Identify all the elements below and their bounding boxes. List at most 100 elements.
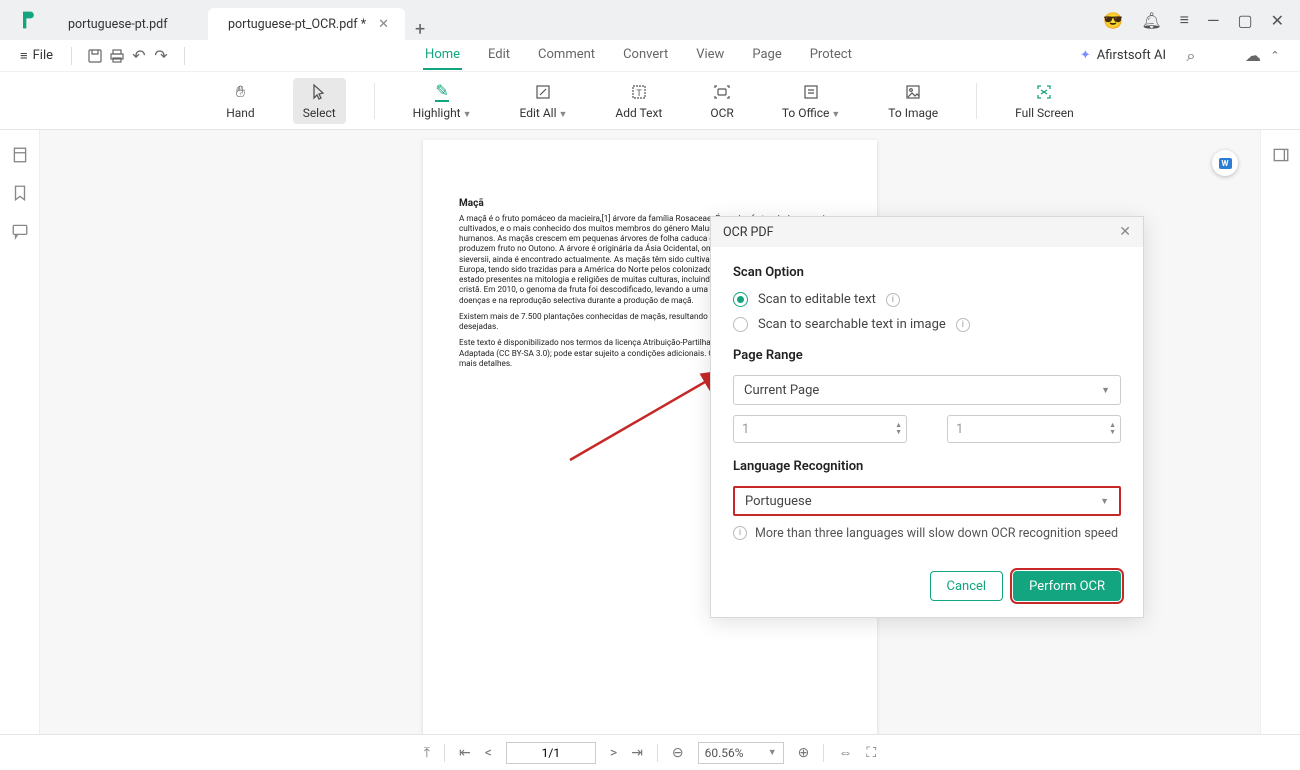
titlebar: portuguese-pt.pdf portuguese-pt_OCR.pdf … xyxy=(0,0,1300,40)
info-icon[interactable]: i xyxy=(956,318,970,332)
fit-page-icon[interactable]: ⛶ xyxy=(866,745,876,761)
menu-tab-edit[interactable]: Edit xyxy=(486,41,512,70)
page-to-spinner[interactable]: 1 ▲▼ xyxy=(947,415,1121,443)
menu-tab-convert[interactable]: Convert xyxy=(621,41,670,70)
statusbar: ⤒ ⇤ < > ⇥ ⊖ 60.56% ▼ ⊕ ⇔ ⛶ xyxy=(0,734,1300,770)
edit-all-tool[interactable]: Edit All▼ xyxy=(510,78,578,124)
to-image-tool[interactable]: To Image xyxy=(878,78,948,124)
fit-width-icon[interactable]: ⇔ xyxy=(838,744,852,761)
menu-tab-page[interactable]: Page xyxy=(750,41,783,70)
doc-heading: Maçã xyxy=(459,198,841,211)
collapse-icon[interactable]: ⌃ xyxy=(1264,45,1286,67)
separator xyxy=(71,47,72,65)
select-value: Portuguese xyxy=(745,494,812,509)
menubar: ≡ File ↶ ↷ Home Edit Comment Convert Vie… xyxy=(0,40,1300,72)
thumbnails-icon[interactable] xyxy=(11,146,29,164)
perform-ocr-button[interactable]: Perform OCR xyxy=(1013,571,1121,601)
image-icon xyxy=(905,82,921,102)
zoom-in-icon[interactable]: ⊕ xyxy=(798,745,810,761)
menu-tabs: Home Edit Comment Convert View Page Prot… xyxy=(197,41,1080,70)
radio-icon xyxy=(733,292,748,307)
ai-label: Afirstsoft AI xyxy=(1097,48,1166,63)
language-select[interactable]: Portuguese ▼ xyxy=(733,486,1121,516)
right-sidebar xyxy=(1260,130,1300,734)
cancel-button[interactable]: Cancel xyxy=(930,571,1004,601)
language-info: i More than three languages will slow do… xyxy=(733,526,1121,541)
spinner-arrows-icon[interactable]: ▲▼ xyxy=(1109,422,1116,436)
fullscreen-icon xyxy=(1035,82,1053,102)
undo-icon[interactable]: ↶ xyxy=(128,45,150,67)
redo-icon[interactable]: ↷ xyxy=(150,45,172,67)
add-tab-button[interactable]: + xyxy=(405,19,435,40)
tool-label: To Image xyxy=(888,106,938,120)
left-sidebar xyxy=(0,130,40,734)
close-icon[interactable]: ✕ xyxy=(1119,224,1131,240)
file-menu[interactable]: ≡ File xyxy=(14,44,59,68)
tab-label: portuguese-pt.pdf xyxy=(68,17,168,32)
search-icon[interactable]: ⌕ xyxy=(1180,45,1202,67)
highlight-tool[interactable]: ✎ Highlight▼ xyxy=(403,78,482,124)
svg-text:T: T xyxy=(636,89,642,99)
menu-tab-protect[interactable]: Protect xyxy=(808,41,854,70)
prev-page-icon[interactable]: < xyxy=(485,745,492,761)
chevron-down-icon: ▼ xyxy=(559,110,568,120)
menu-tab-home[interactable]: Home xyxy=(423,41,462,70)
last-page-icon[interactable]: ⇥ xyxy=(631,745,643,761)
save-icon[interactable] xyxy=(84,45,106,67)
panel-icon[interactable] xyxy=(1272,146,1290,164)
spinner-arrows-icon[interactable]: ▲▼ xyxy=(895,422,902,436)
info-text: More than three languages will slow down… xyxy=(755,526,1118,541)
minimize-icon[interactable]: — xyxy=(1207,11,1220,30)
dialog-title: OCR PDF xyxy=(723,225,774,240)
close-icon[interactable]: ✕ xyxy=(378,17,389,32)
info-icon[interactable]: i xyxy=(886,293,900,307)
spinner-value: 1 xyxy=(742,422,749,437)
radio-icon xyxy=(733,317,748,332)
bookmark-icon[interactable] xyxy=(11,184,29,202)
export-word-button[interactable]: W xyxy=(1212,150,1238,176)
menu-tab-comment[interactable]: Comment xyxy=(536,41,597,70)
tool-label: Highlight▼ xyxy=(413,106,472,120)
print-icon[interactable] xyxy=(106,45,128,67)
first-page-icon[interactable]: ⇤ xyxy=(459,745,471,761)
radio-scan-searchable[interactable]: Scan to searchable text in image i xyxy=(733,317,1121,332)
separator xyxy=(976,83,977,119)
radio-scan-editable[interactable]: Scan to editable text i xyxy=(733,292,1121,307)
hand-tool[interactable]: ✋︎ Hand xyxy=(216,78,264,124)
radio-label: Scan to editable text xyxy=(758,292,876,307)
next-page-icon[interactable]: > xyxy=(610,745,617,761)
menu-tab-view[interactable]: View xyxy=(694,41,726,70)
page-range-select[interactable]: Current Page ▼ xyxy=(733,375,1121,405)
to-office-tool[interactable]: To Office▼ xyxy=(772,78,850,124)
toolbar: ✋︎ Hand Select ✎ Highlight▼ Edit All▼ T … xyxy=(0,72,1300,130)
tool-label: To Office▼ xyxy=(782,106,840,120)
tool-label: OCR xyxy=(710,106,733,120)
scroll-top-icon[interactable]: ⤒ xyxy=(424,745,430,761)
tab-label: portuguese-pt_OCR.pdf * xyxy=(228,17,366,32)
hamburger-icon[interactable]: ≡ xyxy=(1180,10,1189,30)
zoom-select[interactable]: 60.56% ▼ xyxy=(698,742,784,764)
dialog-header[interactable]: OCR PDF ✕ xyxy=(711,217,1143,247)
page-from-spinner[interactable]: 1 ▲▼ xyxy=(733,415,907,443)
tab-portuguese-pt-ocr[interactable]: portuguese-pt_OCR.pdf * ✕ xyxy=(208,8,405,40)
select-tool[interactable]: Select xyxy=(293,78,346,124)
page-input[interactable] xyxy=(506,742,596,764)
cloud-icon[interactable]: ☁ xyxy=(1242,45,1264,67)
cursor-icon xyxy=(312,82,326,102)
language-title: Language Recognition xyxy=(733,459,1121,474)
user-avatar-icon[interactable]: 😎 xyxy=(1103,11,1123,30)
chevron-down-icon: ▼ xyxy=(1101,385,1110,396)
ocr-tool[interactable]: OCR xyxy=(700,78,743,124)
maximize-icon[interactable]: ▢ xyxy=(1237,11,1252,30)
ai-button[interactable]: ✦ Afirstsoft AI xyxy=(1080,48,1166,63)
word-icon: W xyxy=(1219,158,1232,169)
file-label: File xyxy=(33,48,53,63)
full-screen-tool[interactable]: Full Screen xyxy=(1005,78,1084,124)
zoom-out-icon[interactable]: ⊖ xyxy=(672,745,684,761)
bell-icon[interactable]: 🔔︎ xyxy=(1141,11,1161,30)
tab-portuguese-pt[interactable]: portuguese-pt.pdf xyxy=(48,8,208,40)
add-text-tool[interactable]: T Add Text xyxy=(605,78,672,124)
document-tabs: portuguese-pt.pdf portuguese-pt_OCR.pdf … xyxy=(48,0,1103,40)
comment-icon[interactable] xyxy=(11,222,29,240)
close-window-icon[interactable]: ✕ xyxy=(1271,11,1284,30)
